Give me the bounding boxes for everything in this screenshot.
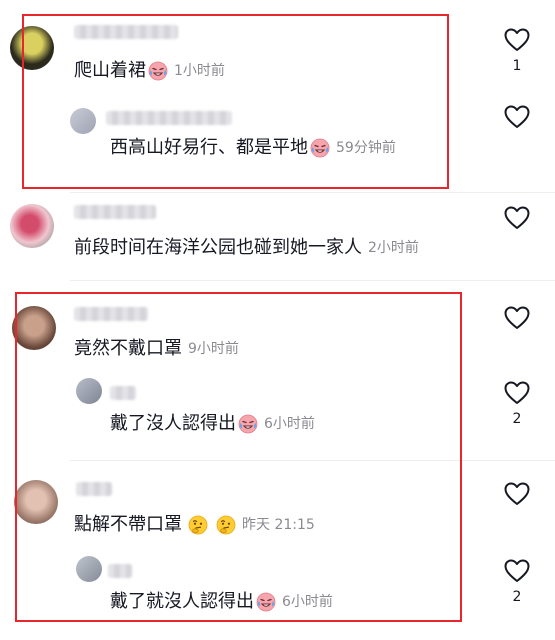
heart-icon[interactable] xyxy=(504,482,530,506)
comment-text[interactable]: 前段时间在海洋公园也碰到她一家人 2小时前 xyxy=(74,237,419,259)
avatar[interactable] xyxy=(10,204,54,248)
highlight-box xyxy=(15,292,462,622)
like-count: 2 xyxy=(512,589,522,605)
divider xyxy=(70,192,555,193)
like-count: 1 xyxy=(512,58,522,74)
heart-icon[interactable] xyxy=(504,206,530,230)
like-count: 2 xyxy=(512,411,522,427)
username-blurred[interactable] xyxy=(74,205,156,219)
heart-icon[interactable] xyxy=(504,559,530,583)
divider xyxy=(70,280,555,281)
heart-icon[interactable] xyxy=(504,381,530,405)
highlight-box xyxy=(22,14,449,189)
comment-time: 2小时前 xyxy=(368,240,419,256)
heart-icon[interactable] xyxy=(504,306,530,330)
heart-icon[interactable] xyxy=(504,105,530,129)
heart-icon[interactable] xyxy=(504,28,530,52)
